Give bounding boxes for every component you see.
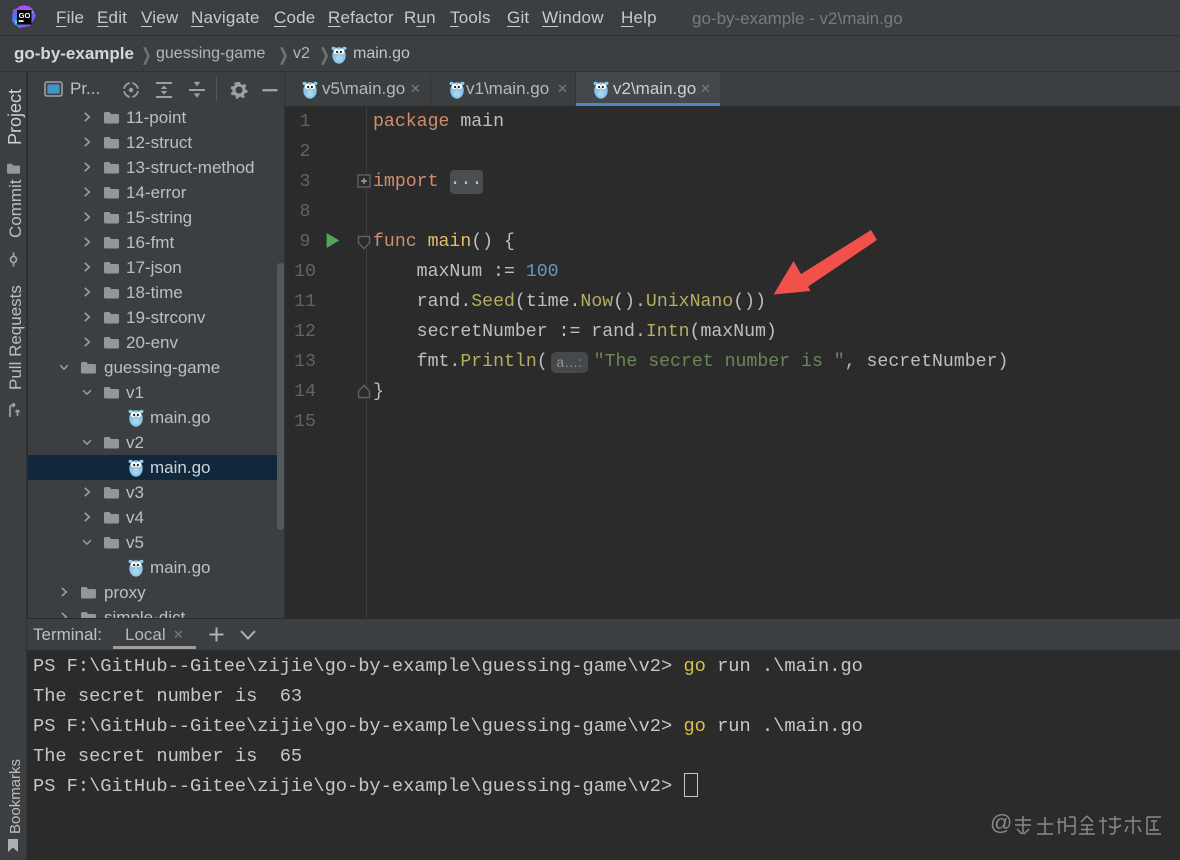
svg-text:GO: GO — [19, 11, 31, 20]
